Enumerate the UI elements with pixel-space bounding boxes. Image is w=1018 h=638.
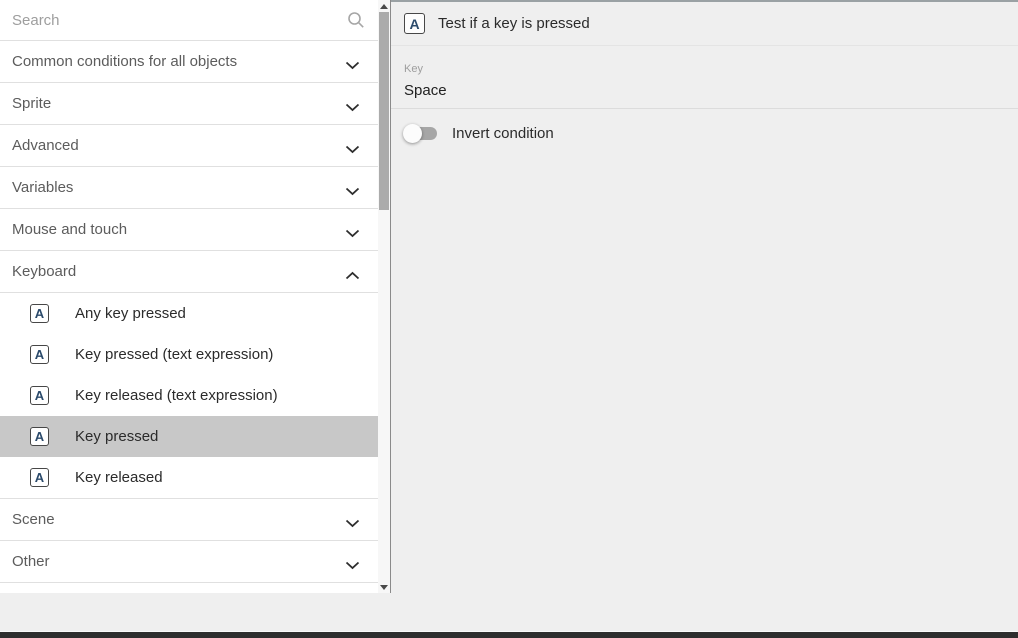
section-label: Sprite xyxy=(12,95,51,112)
chevron-down-icon xyxy=(345,99,360,108)
search-bar xyxy=(0,0,378,41)
keyboard-key-icon: A xyxy=(404,13,425,34)
invert-condition-toggle[interactable] xyxy=(404,127,437,140)
section-label: Variables xyxy=(12,179,73,196)
section-label: Advanced xyxy=(12,137,79,154)
section-label: Keyboard xyxy=(12,263,76,280)
condition-item-key-pressed-text-expression[interactable]: A Key pressed (text expression) xyxy=(0,334,378,375)
keyboard-key-icon: A xyxy=(30,468,49,487)
condition-editor-dialog: Common conditions for all objects Sprite… xyxy=(0,0,1018,638)
condition-detail-panel: A Test if a key is pressed Key Space Inv… xyxy=(391,0,1018,631)
sidebar-section-sprite[interactable]: Sprite xyxy=(0,83,378,125)
window-bottom-bar xyxy=(0,631,1018,638)
sidebar-section-other[interactable]: Other xyxy=(0,541,378,583)
condition-item-key-pressed[interactable]: A Key pressed xyxy=(0,416,378,457)
scrollbar-thumb[interactable] xyxy=(379,12,389,210)
section-label: Common conditions for all objects xyxy=(12,53,237,70)
sidebar-section-common-conditions[interactable]: Common conditions for all objects xyxy=(0,41,378,83)
condition-item-label: Key released (text expression) xyxy=(75,387,278,404)
toggle-knob xyxy=(403,124,422,143)
section-label: Mouse and touch xyxy=(12,221,127,238)
keyboard-key-icon: A xyxy=(30,345,49,364)
condition-item-label: Key released xyxy=(75,469,163,486)
chevron-down-icon xyxy=(345,515,360,524)
sidebar-scrollbar[interactable] xyxy=(378,0,390,593)
invert-condition-row: Invert condition xyxy=(391,125,1018,142)
condition-title: Test if a key is pressed xyxy=(438,15,590,32)
keyboard-key-icon: A xyxy=(30,386,49,405)
sidebar-section-scene[interactable]: Scene xyxy=(0,499,378,541)
sidebar-section-advanced[interactable]: Advanced xyxy=(0,125,378,167)
condition-item-label: Any key pressed xyxy=(75,305,186,322)
sidebar-section-mouse-and-touch[interactable]: Mouse and touch xyxy=(0,209,378,251)
chevron-down-icon xyxy=(345,557,360,566)
sidebar-section-variables[interactable]: Variables xyxy=(0,167,378,209)
keyboard-key-icon: A xyxy=(30,304,49,323)
chevron-up-icon xyxy=(345,267,360,276)
chevron-down-icon xyxy=(345,141,360,150)
sidebar-section-keyboard[interactable]: Keyboard xyxy=(0,251,378,293)
scrollbar-down-arrow[interactable] xyxy=(378,581,390,593)
chevron-down-icon xyxy=(345,57,360,66)
conditions-sidebar: Common conditions for all objects Sprite… xyxy=(0,0,378,593)
key-field: Key Space xyxy=(391,46,1018,109)
search-icon xyxy=(347,11,365,29)
condition-item-key-released-text-expression[interactable]: A Key released (text expression) xyxy=(0,375,378,416)
key-field-value[interactable]: Space xyxy=(404,82,1018,108)
chevron-down-icon xyxy=(345,183,360,192)
invert-condition-label: Invert condition xyxy=(452,125,554,142)
section-label: Other xyxy=(12,553,50,570)
condition-item-label: Key pressed (text expression) xyxy=(75,346,273,363)
condition-header: A Test if a key is pressed xyxy=(391,2,1018,46)
condition-item-label: Key pressed xyxy=(75,428,158,445)
chevron-down-icon xyxy=(345,225,360,234)
scrollbar-up-arrow[interactable] xyxy=(378,0,390,12)
keyboard-conditions-group: A Any key pressed A Key pressed (text ex… xyxy=(0,293,378,499)
key-field-label: Key xyxy=(404,63,1018,75)
keyboard-key-icon: A xyxy=(30,427,49,446)
section-label: Scene xyxy=(12,511,55,528)
search-input[interactable] xyxy=(12,12,366,29)
condition-item-key-released[interactable]: A Key released xyxy=(0,457,378,498)
condition-item-any-key-pressed[interactable]: A Any key pressed xyxy=(0,293,378,334)
